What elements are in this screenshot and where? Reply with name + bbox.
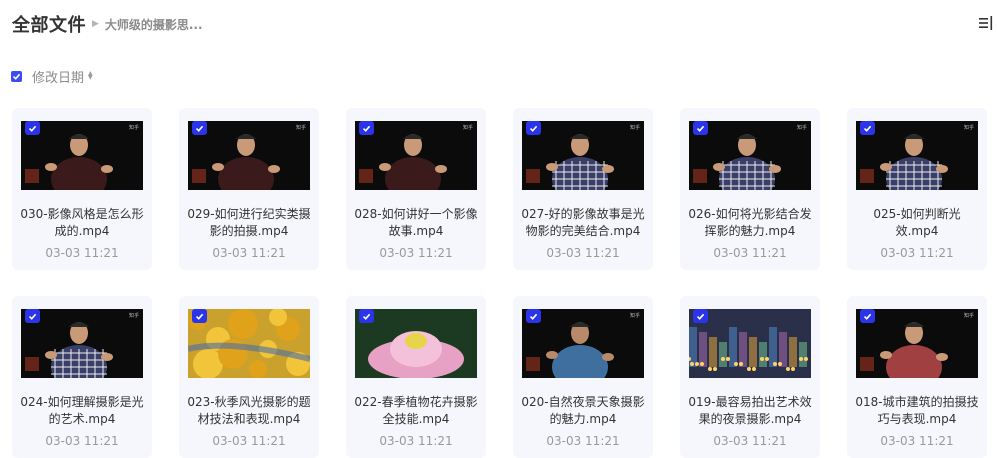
breadcrumb[interactable]: 大师级的摄影思... [105,16,203,33]
svg-text:知乎: 知乎 [129,312,139,319]
file-date: 03-03 11:21 [212,434,286,448]
svg-text:知乎: 知乎 [630,312,640,319]
file-date: 03-03 11:21 [379,434,453,448]
selected-checkbox-icon[interactable] [192,309,207,323]
file-name[interactable]: 026-如何将光影结合发挥影的魅力.mp4 [686,206,814,240]
file-card[interactable]: 知乎 025-如何判断光效.mp4 03-03 11:21 [847,108,987,270]
svg-text:知乎: 知乎 [129,124,139,131]
selected-checkbox-icon[interactable] [860,309,875,323]
file-date: 03-03 11:21 [713,434,787,448]
select-all-checkbox[interactable] [11,70,22,82]
file-card[interactable]: 019-最容易拍出艺术效果的夜景摄影.mp4 03-03 11:21 [680,296,820,458]
header: 全部文件 ▶ 大师级的摄影思... [12,10,203,38]
file-name[interactable]: 024-如何理解摄影是光的艺术.mp4 [18,394,146,428]
svg-text:知乎: 知乎 [463,124,473,131]
selected-checkbox-icon[interactable] [693,309,708,323]
file-date: 03-03 11:21 [379,246,453,260]
file-card[interactable]: 知乎 026-如何将光影结合发挥影的魅力.mp4 03-03 11:21 [680,108,820,270]
file-card[interactable]: 知乎 020-自然夜景天象摄影的魅力.mp4 03-03 11:21 [513,296,653,458]
list-view-icon[interactable] [979,15,993,31]
file-date: 03-03 11:21 [880,434,954,448]
sort-by-modified-date[interactable]: 修改日期 [32,67,84,86]
file-date: 03-03 11:21 [45,246,119,260]
svg-text:知乎: 知乎 [797,124,807,131]
selected-checkbox-icon[interactable] [693,121,708,135]
file-name[interactable]: 022-春季植物花卉摄影全技能.mp4 [352,394,480,428]
file-name[interactable]: 019-最容易拍出艺术效果的夜景摄影.mp4 [686,394,814,428]
breadcrumb-separator-icon: ▶ [92,19,99,29]
file-card[interactable]: 知乎 029-如何进行纪实类摄影的拍摄.mp4 03-03 11:21 [179,108,319,270]
svg-text:知乎: 知乎 [964,312,974,319]
selected-checkbox-icon[interactable] [359,309,374,323]
file-card[interactable]: 知乎 028-如何讲好一个影像故事.mp4 03-03 11:21 [346,108,486,270]
file-card[interactable]: 知乎 018-城市建筑的拍摄技巧与表现.mp4 03-03 11:21 [847,296,987,458]
svg-text:知乎: 知乎 [964,124,974,131]
selected-checkbox-icon[interactable] [25,121,40,135]
sort-bar: 修改日期 ▲ ▼ [11,67,93,86]
file-card[interactable]: 知乎 030-影像风格是怎么形成的.mp4 03-03 11:21 [12,108,152,270]
selected-checkbox-icon[interactable] [860,121,875,135]
selected-checkbox-icon[interactable] [25,309,40,323]
file-name[interactable]: 028-如何讲好一个影像故事.mp4 [352,206,480,240]
file-name[interactable]: 029-如何进行纪实类摄影的拍摄.mp4 [185,206,313,240]
file-name[interactable]: 027-好的影像故事是光物影的完美结合.mp4 [519,206,647,240]
selected-checkbox-icon[interactable] [192,121,207,135]
file-date: 03-03 11:21 [546,434,620,448]
file-date: 03-03 11:21 [880,246,954,260]
page-title[interactable]: 全部文件 [12,11,86,37]
selected-checkbox-icon[interactable] [526,309,541,323]
file-date: 03-03 11:21 [45,434,119,448]
file-card[interactable]: 022-春季植物花卉摄影全技能.mp4 03-03 11:21 [346,296,486,458]
svg-text:知乎: 知乎 [630,124,640,131]
file-name[interactable]: 030-影像风格是怎么形成的.mp4 [18,206,146,240]
file-card[interactable]: 023-秋季风光摄影的题材技法和表现.mp4 03-03 11:21 [179,296,319,458]
file-name[interactable]: 018-城市建筑的拍摄技巧与表现.mp4 [853,394,981,428]
file-name[interactable]: 020-自然夜景天象摄影的魅力.mp4 [519,394,647,428]
selected-checkbox-icon[interactable] [526,121,541,135]
file-grid: 知乎 030-影像风格是怎么形成的.mp4 03-03 11:21 知乎 029… [12,108,987,458]
selected-checkbox-icon[interactable] [359,121,374,135]
file-name[interactable]: 025-如何判断光效.mp4 [853,206,981,240]
file-date: 03-03 11:21 [212,246,286,260]
file-card[interactable]: 知乎 027-好的影像故事是光物影的完美结合.mp4 03-03 11:21 [513,108,653,270]
file-name[interactable]: 023-秋季风光摄影的题材技法和表现.mp4 [185,394,313,428]
file-card[interactable]: 知乎 024-如何理解摄影是光的艺术.mp4 03-03 11:21 [12,296,152,458]
file-date: 03-03 11:21 [713,246,787,260]
svg-text:知乎: 知乎 [296,124,306,131]
file-date: 03-03 11:21 [546,246,620,260]
sort-arrows-icon[interactable]: ▲ ▼ [88,71,93,81]
